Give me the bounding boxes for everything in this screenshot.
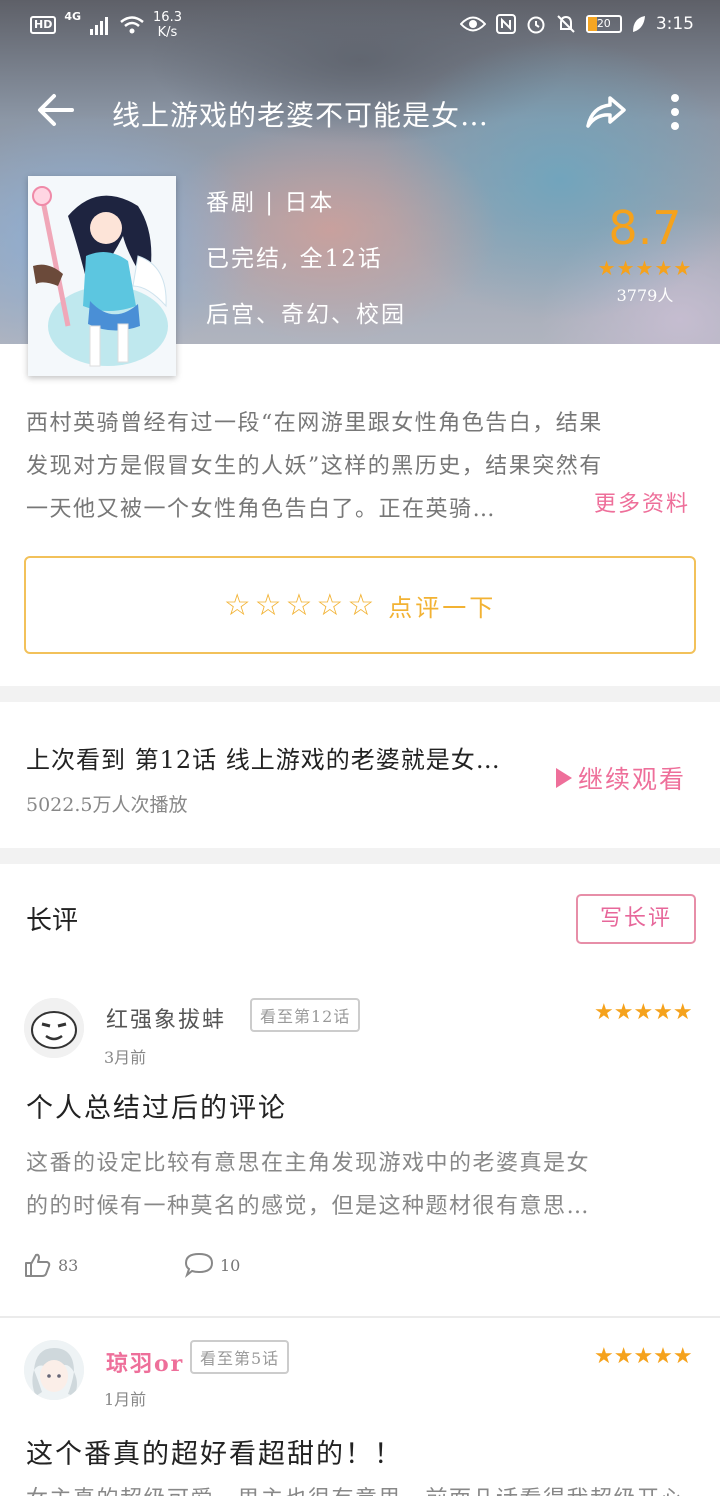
wifi-icon — [120, 16, 144, 34]
watch-progress-tag: 看至第12话 — [250, 998, 361, 1032]
mute-bell-icon — [557, 15, 575, 33]
watch-progress-tag: 看至第5话 — [190, 1340, 290, 1374]
continue-label: 继续观看 — [578, 765, 687, 794]
top-bar: 线上游戏的老婆不可能是女… — [0, 56, 720, 168]
synopsis-line: 发现对方是假冒女生的人妖”这样的黑历史，结果突然有 — [26, 454, 603, 479]
section-separator — [0, 848, 720, 864]
score-panel: 8.7 ★★★★★ 3779人 — [590, 200, 700, 306]
score-value: 8.7 — [608, 201, 682, 255]
rate-button[interactable]: ☆☆☆☆☆ 点评一下 — [24, 556, 696, 654]
like-button[interactable]: 83 — [24, 1252, 78, 1278]
review-username[interactable]: 红强象拔蚌 — [106, 1002, 226, 1034]
review-stars: ★★★★★ — [594, 1000, 693, 1025]
like-count: 83 — [58, 1255, 79, 1275]
section-separator — [0, 686, 720, 702]
anime-info: 番剧 | 日本 已完结, 全12话 后宫、奇幻、校园 — [206, 186, 406, 344]
reviews-title: 长评 — [26, 906, 79, 936]
net-speed: 16.3 K/s — [153, 10, 182, 40]
share-icon[interactable] — [584, 90, 628, 134]
last-watched-text[interactable]: 上次看到 第12话 线上游戏的老婆就是女… — [26, 740, 546, 775]
empty-stars-icon[interactable]: ☆☆☆☆☆ — [224, 588, 378, 623]
category-label: 番剧 | 日本 — [206, 190, 335, 216]
network-label: 4G — [64, 10, 82, 23]
comment-count: 10 — [220, 1255, 241, 1275]
nfc-icon — [495, 14, 516, 34]
review-username[interactable]: 琼羽or — [106, 1346, 184, 1378]
leaf-icon — [632, 16, 645, 32]
genre-tags: 后宫、奇幻、校园 — [206, 302, 406, 328]
episode-status: 已完结, 全12话 — [206, 246, 383, 272]
back-arrow-icon[interactable] — [34, 88, 78, 132]
status-bar: HD 4G 16.3 K/s 20 3:15 — [0, 0, 720, 56]
alarm-icon — [527, 16, 545, 34]
battery-icon: 20 — [585, 15, 622, 33]
avatar[interactable] — [24, 998, 84, 1058]
page-title: 线上游戏的老婆不可能是女… — [112, 99, 490, 132]
review-body[interactable]: 这番的设定比较有意思在主角发现游戏中的老婆真是女 的的时候有一种莫名的感觉，但是… — [26, 1142, 696, 1228]
rate-label: 点评一下 — [388, 593, 497, 622]
review-heading[interactable]: 个人总结过后的评论 — [26, 1086, 287, 1125]
synopsis-line: 西村英骑曾经有过一段“在网游里跟女性角色告白，结果 — [26, 411, 603, 436]
play-icon — [556, 768, 572, 788]
write-review-button[interactable]: 写长评 — [576, 894, 696, 944]
avatar[interactable] — [24, 1340, 84, 1400]
poster-illustration — [28, 176, 176, 376]
rating-count: 3779人 — [616, 286, 674, 305]
more-info-link[interactable]: 更多资料 — [594, 486, 690, 518]
review-time: 3月前 — [104, 1048, 147, 1067]
continue-watching-button[interactable]: 继续观看 — [556, 760, 686, 796]
more-options-icon[interactable] — [660, 92, 690, 132]
clock: 3:15 — [655, 14, 694, 34]
hd-badge: HD — [30, 16, 57, 34]
review-divider — [0, 1316, 720, 1318]
comment-bubble-icon — [184, 1252, 214, 1278]
review-time: 1月前 — [104, 1390, 147, 1409]
signal-icon — [90, 17, 109, 35]
play-count: 5022.5万人次播放 — [26, 794, 188, 816]
comment-button[interactable]: 10 — [184, 1252, 240, 1278]
anime-poster[interactable] — [28, 176, 176, 376]
review-stars: ★★★★★ — [594, 1344, 693, 1369]
review-body[interactable]: 女主真的超级可爱，男主也很有意思，前面几话看得我超级开心 — [26, 1478, 696, 1496]
thumbs-up-icon — [25, 1253, 51, 1277]
synopsis-line: 一天他又被一个女性角色告白了。正在英骑… — [26, 497, 497, 522]
score-stars: ★★★★★ — [597, 256, 693, 280]
review-heading[interactable]: 这个番真的超好看超甜的！！ — [26, 1432, 403, 1471]
eye-icon — [459, 16, 486, 32]
